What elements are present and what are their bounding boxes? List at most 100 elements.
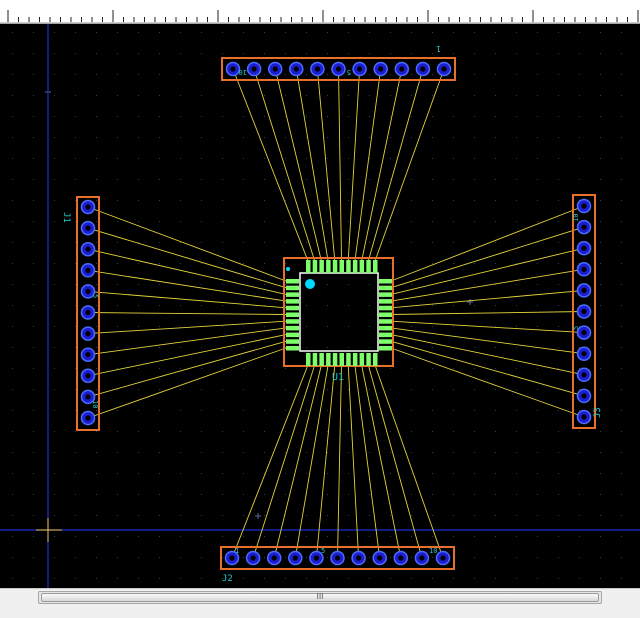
grid-dot [96, 221, 97, 222]
grid-dot [117, 116, 118, 117]
horizontal-scrollbar[interactable]: III [0, 588, 640, 618]
grid-dot [453, 53, 454, 54]
grid-dot [348, 389, 349, 390]
grid-dot [75, 137, 76, 138]
grid-dot [243, 242, 244, 243]
scrollbar-thumb[interactable]: III [41, 592, 599, 602]
ic-pad-right [379, 292, 392, 297]
grid-dot [285, 179, 286, 180]
grid-dot [12, 221, 13, 222]
grid-dot [537, 53, 538, 54]
grid-dot [138, 221, 139, 222]
grid-dot [159, 221, 160, 222]
ic-pad-bottom [339, 353, 344, 366]
grid-dot [621, 53, 622, 54]
grid-dot [516, 578, 517, 579]
ic-pad-left [286, 279, 299, 284]
grid-dot [600, 284, 601, 285]
grid-dot [180, 410, 181, 411]
grid-dot [327, 494, 328, 495]
connector-j1-pin-label-10: 10 [91, 400, 99, 408]
grid-dot [432, 578, 433, 579]
pad-hole [581, 308, 587, 315]
pad-hole [581, 266, 587, 272]
grid-dot [201, 74, 202, 75]
grid-dot [117, 263, 118, 264]
ic-u1[interactable]: U1 [283, 257, 394, 383]
grid-dot [138, 95, 139, 96]
grid-dot [516, 137, 517, 138]
grid-dot [117, 326, 118, 327]
grid-dot [474, 347, 475, 348]
grid-dot [33, 515, 34, 516]
grid-dot [558, 95, 559, 96]
connector-j3-designator: J3 [593, 407, 603, 418]
grid-dot [138, 326, 139, 327]
grid-dot [558, 515, 559, 516]
grid-dot [138, 578, 139, 579]
grid-dot [369, 389, 370, 390]
grid-dot [495, 410, 496, 411]
grid-dot [369, 347, 370, 348]
pad-hole [85, 204, 91, 210]
grid-dot [537, 452, 538, 453]
grid-dot [180, 347, 181, 348]
grid-dot [117, 32, 118, 33]
ic-pad-left [286, 346, 299, 351]
grid-dot [558, 200, 559, 201]
connector-top[interactable]: 10 5 1 [221, 44, 456, 81]
grid-dot [285, 557, 286, 558]
grid-dot [537, 536, 538, 537]
grid-dot [537, 368, 538, 369]
trace-left [87, 347, 287, 419]
grid-dot [516, 179, 517, 180]
ic-u1-pads [286, 260, 392, 366]
trace-right [390, 205, 585, 282]
grid-dot [537, 431, 538, 432]
grid-dot [390, 557, 391, 558]
grid-dot [369, 515, 370, 516]
grid-dot [411, 242, 412, 243]
grid-dot [327, 158, 328, 159]
grid-dot [390, 179, 391, 180]
grid-dot [579, 179, 580, 180]
grid-dot [201, 347, 202, 348]
grid-dot [201, 179, 202, 180]
grid-dot [474, 515, 475, 516]
pad-hole [441, 66, 447, 72]
grid-dot [201, 515, 202, 516]
scrollbar-track[interactable]: III [38, 591, 602, 604]
pad-hole [377, 555, 383, 561]
pad-hole [85, 246, 91, 252]
grid-dot [54, 515, 55, 516]
grid-dot [138, 410, 139, 411]
pad-hole [85, 267, 91, 273]
connector-j1[interactable]: J1 5 10 [61, 196, 100, 431]
grid-dot [390, 578, 391, 579]
grid-dot [558, 158, 559, 159]
trace-right [390, 226, 585, 289]
grid-dot [369, 410, 370, 411]
pcb-canvas[interactable]: 10 5 1 J1 5 10 J3 10 5 1 5 10 J2 U1 [0, 24, 640, 588]
grid-dot [75, 74, 76, 75]
grid-dot [75, 158, 76, 159]
grid-dot [600, 368, 601, 369]
pcb-drawing[interactable]: 10 5 1 J1 5 10 J3 10 5 1 5 10 J2 U1 [0, 24, 640, 588]
ic-pad-right [379, 332, 392, 338]
grid-dot [117, 410, 118, 411]
grid-dot [537, 74, 538, 75]
grid-dot [222, 263, 223, 264]
grid-dot [33, 368, 34, 369]
grid-dot [327, 536, 328, 537]
grid-dot [348, 95, 349, 96]
grid-dot [243, 137, 244, 138]
trace-left [87, 248, 287, 295]
grid-dot [453, 284, 454, 285]
grid-dot [474, 95, 475, 96]
pad-hole [419, 555, 425, 561]
connector-j2[interactable]: 1 5 10 J2 [220, 546, 455, 584]
grid-dot [54, 221, 55, 222]
grid-dot [537, 557, 538, 558]
grid-dot [12, 452, 13, 453]
grid-dot [369, 200, 370, 201]
